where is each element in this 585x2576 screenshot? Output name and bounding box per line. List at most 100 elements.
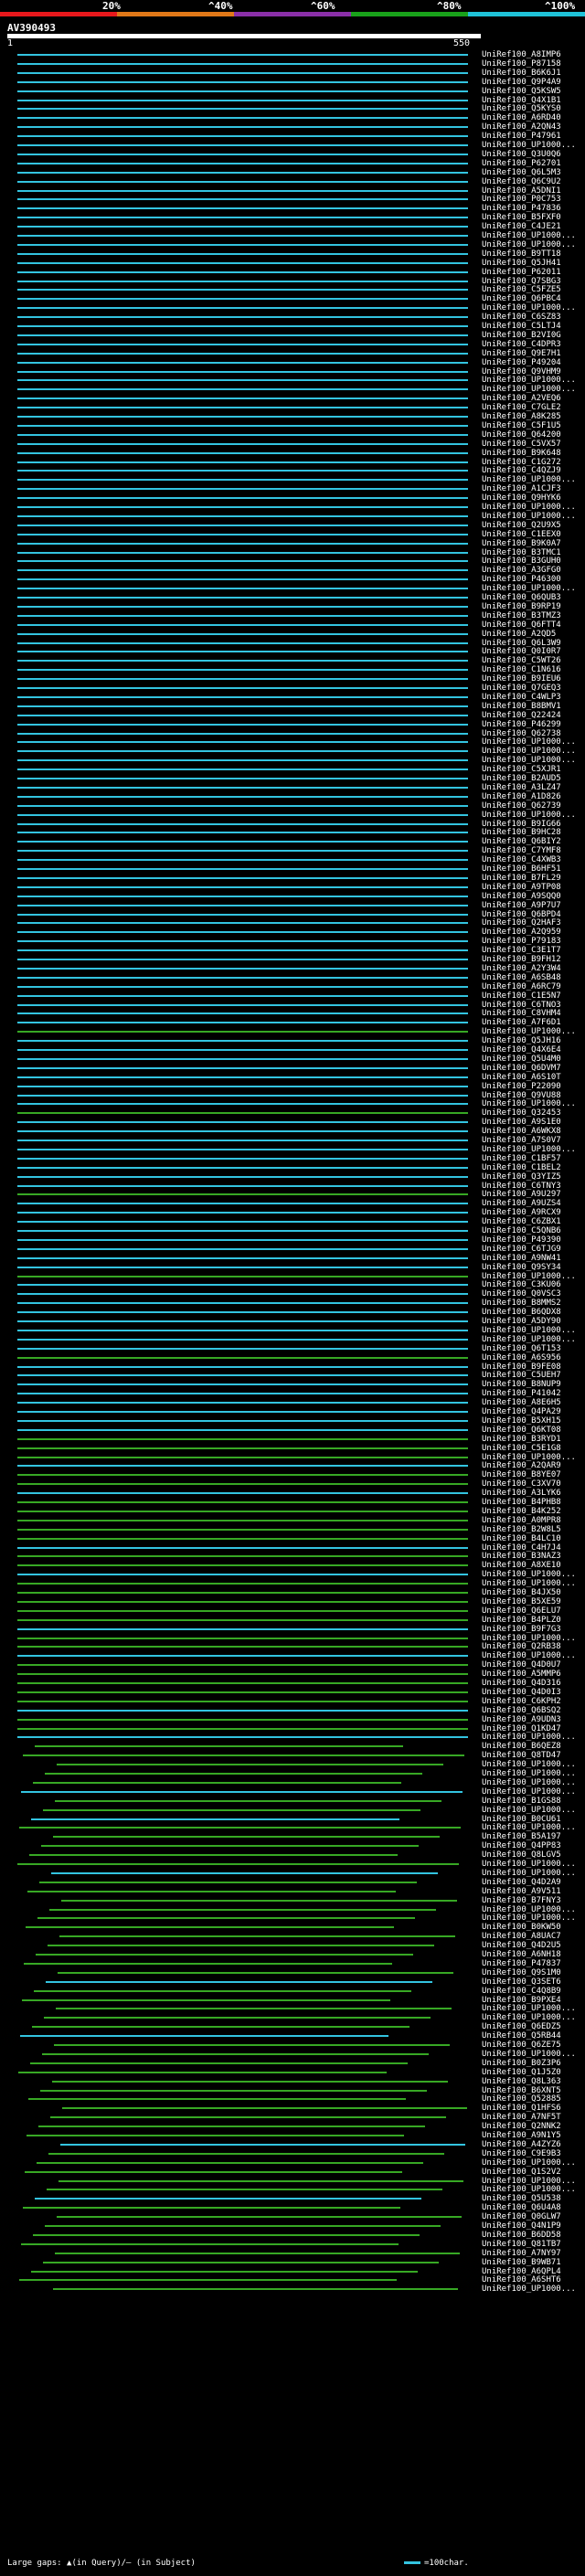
hit-label[interactable]: UniRef100_UP1000... bbox=[482, 2013, 584, 2022]
hit-label[interactable]: UniRef100_A7S0V7 bbox=[482, 1136, 584, 1145]
hit-label[interactable]: UniRef100_C9E9B3 bbox=[482, 2149, 584, 2158]
hit-label[interactable]: UniRef100_Q3U0Q6 bbox=[482, 150, 584, 159]
hit-label[interactable]: UniRef100_C4H7J4 bbox=[482, 1543, 584, 1553]
hit-label[interactable]: UniRef100_UP1000... bbox=[482, 747, 584, 756]
hit-label[interactable]: UniRef100_P62701 bbox=[482, 159, 584, 168]
hit-label[interactable]: UniRef100_P49390 bbox=[482, 1235, 584, 1245]
hit-label[interactable]: UniRef100_A9U297 bbox=[482, 1190, 584, 1199]
hit-label[interactable]: UniRef100_UP1000... bbox=[482, 1651, 584, 1660]
hit-label[interactable]: UniRef100_B8BMV1 bbox=[482, 702, 584, 711]
hit-label[interactable]: UniRef100_Q3YIZ5 bbox=[482, 1172, 584, 1182]
hit-label[interactable]: UniRef100_Q6BSQ2 bbox=[482, 1706, 584, 1715]
hit-label[interactable]: UniRef100_UP1000... bbox=[482, 512, 584, 521]
hit-label[interactable]: UniRef100_A6S956 bbox=[482, 1353, 584, 1362]
hit-label[interactable]: UniRef100_B2AUD5 bbox=[482, 774, 584, 783]
hit-label[interactable]: UniRef100_Q5JH16 bbox=[482, 1036, 584, 1045]
hit-label[interactable]: UniRef100_A6S10T bbox=[482, 1073, 584, 1082]
hit-label[interactable]: UniRef100_UP1000... bbox=[482, 1272, 584, 1281]
hit-label[interactable]: UniRef100_UP1000... bbox=[482, 1634, 584, 1643]
hit-label[interactable]: UniRef100_UP1000... bbox=[482, 2004, 584, 2013]
hit-label[interactable]: UniRef100_Q6BPD4 bbox=[482, 910, 584, 919]
hit-label[interactable]: UniRef100_Q2HAF3 bbox=[482, 918, 584, 928]
hit-label[interactable]: UniRef100_A4ZYZ6 bbox=[482, 2140, 584, 2149]
hit-label[interactable]: UniRef100_A9V511 bbox=[482, 1887, 584, 1896]
hit-label[interactable]: UniRef100_A3LZ47 bbox=[482, 783, 584, 792]
hit-label[interactable]: UniRef100_A6NH18 bbox=[482, 1950, 584, 1959]
hit-label[interactable]: UniRef100_Q5KYS0 bbox=[482, 104, 584, 113]
hit-label[interactable]: UniRef100_C4Q8B9 bbox=[482, 1987, 584, 1996]
hit-label[interactable]: UniRef100_A9NW41 bbox=[482, 1254, 584, 1263]
hit-label[interactable]: UniRef100_A6SB48 bbox=[482, 973, 584, 982]
hit-label[interactable]: UniRef100_A9N1Y5 bbox=[482, 2131, 584, 2140]
hit-label[interactable]: UniRef100_B3TMC1 bbox=[482, 548, 584, 557]
hit-label[interactable]: UniRef100_UP1000... bbox=[482, 1869, 584, 1878]
hit-label[interactable]: UniRef100_A8UAC7 bbox=[482, 1932, 584, 1941]
hit-label[interactable]: UniRef100_B9HC28 bbox=[482, 828, 584, 837]
hit-label[interactable]: UniRef100_C6ZBX1 bbox=[482, 1217, 584, 1226]
hit-label[interactable]: UniRef100_Q9E7H1 bbox=[482, 349, 584, 358]
hit-label[interactable]: UniRef100_P47836 bbox=[482, 204, 584, 213]
hit-label[interactable]: UniRef100_C7YMF8 bbox=[482, 846, 584, 855]
hit-label[interactable]: UniRef100_A9SQQ0 bbox=[482, 892, 584, 901]
hit-label[interactable]: UniRef100_P62011 bbox=[482, 268, 584, 277]
hit-label[interactable]: UniRef100_B9WB71 bbox=[482, 2258, 584, 2267]
hit-label[interactable]: UniRef100_UP1000... bbox=[482, 1579, 584, 1588]
hit-label[interactable]: UniRef100_A2Y3W4 bbox=[482, 964, 584, 973]
hit-label[interactable]: UniRef100_UP1000... bbox=[482, 503, 584, 512]
hit-label[interactable]: UniRef100_Q4PA29 bbox=[482, 1407, 584, 1416]
hit-label[interactable]: UniRef100_UP1000... bbox=[482, 231, 584, 240]
hit-label[interactable]: UniRef100_C5QNB6 bbox=[482, 1226, 584, 1235]
hit-label[interactable]: UniRef100_A8E6H5 bbox=[482, 1398, 584, 1407]
hit-label[interactable]: UniRef100_B9F7G3 bbox=[482, 1625, 584, 1634]
hit-label[interactable]: UniRef100_Q9VU88 bbox=[482, 1091, 584, 1100]
hit-label[interactable]: UniRef100_A6RD40 bbox=[482, 113, 584, 122]
hit-label[interactable]: UniRef100_A7F6D1 bbox=[482, 1018, 584, 1027]
hit-label[interactable]: UniRef100_UP1000... bbox=[482, 2050, 584, 2059]
hit-label[interactable]: UniRef100_A8XE10 bbox=[482, 1561, 584, 1570]
hit-label[interactable]: UniRef100_B6DD58 bbox=[482, 2231, 584, 2240]
hit-label[interactable]: UniRef100_Q5U4M0 bbox=[482, 1055, 584, 1064]
hit-label[interactable]: UniRef100_A2VEQ6 bbox=[482, 394, 584, 403]
hit-label[interactable]: UniRef100_UP1000... bbox=[482, 240, 584, 249]
hit-label[interactable]: UniRef100_UP1000... bbox=[482, 2185, 584, 2194]
hit-label[interactable]: UniRef100_B9IEU6 bbox=[482, 674, 584, 684]
hit-label[interactable]: UniRef100_C6TNY3 bbox=[482, 1182, 584, 1191]
hit-label[interactable]: UniRef100_C3KU06 bbox=[482, 1280, 584, 1289]
hit-label[interactable]: UniRef100_Q4PP83 bbox=[482, 1841, 584, 1850]
hit-label[interactable]: UniRef100_B6XNT5 bbox=[482, 2086, 584, 2095]
hit-label[interactable]: UniRef100_Q6KT08 bbox=[482, 1426, 584, 1435]
hit-label[interactable]: UniRef100_P0C753 bbox=[482, 195, 584, 204]
hit-label[interactable]: UniRef100_UP1000... bbox=[482, 1823, 584, 1832]
hit-label[interactable]: UniRef100_A9S1E0 bbox=[482, 1118, 584, 1127]
hit-label[interactable]: UniRef100_C1E5N7 bbox=[482, 991, 584, 1001]
hit-label[interactable]: UniRef100_UP1000... bbox=[482, 811, 584, 820]
hit-label[interactable]: UniRef100_Q4X6E4 bbox=[482, 1045, 584, 1055]
hit-label[interactable]: UniRef100_B5A197 bbox=[482, 1832, 584, 1841]
hit-label[interactable]: UniRef100_Q5KSW5 bbox=[482, 87, 584, 96]
hit-label[interactable]: UniRef100_C4DPR3 bbox=[482, 340, 584, 349]
hit-label[interactable]: UniRef100_UP1000... bbox=[482, 1099, 584, 1108]
hit-label[interactable]: UniRef100_Q4D0U7 bbox=[482, 1660, 584, 1670]
hit-label[interactable]: UniRef100_UP1000... bbox=[482, 1769, 584, 1778]
hit-label[interactable]: UniRef100_Q4X1B1 bbox=[482, 96, 584, 105]
hit-label[interactable]: UniRef100_Q64200 bbox=[482, 430, 584, 440]
hit-label[interactable]: UniRef100_B7FNY3 bbox=[482, 1896, 584, 1905]
hit-label[interactable]: UniRef100_P46299 bbox=[482, 720, 584, 729]
hit-label[interactable]: UniRef100_C4QZJ9 bbox=[482, 466, 584, 475]
hit-label[interactable]: UniRef100_B9TT18 bbox=[482, 249, 584, 259]
hit-label[interactable]: UniRef100_A6RC79 bbox=[482, 982, 584, 991]
hit-label[interactable]: UniRef100_UP1000... bbox=[482, 2177, 584, 2186]
hit-label[interactable]: UniRef100_C6KPH2 bbox=[482, 1697, 584, 1706]
hit-label[interactable]: UniRef100_Q8TD47 bbox=[482, 1751, 584, 1760]
hit-label[interactable]: UniRef100_B5XH15 bbox=[482, 1416, 584, 1426]
hit-label[interactable]: UniRef100_Q9VHM9 bbox=[482, 367, 584, 376]
hit-label[interactable]: UniRef100_A8K285 bbox=[482, 412, 584, 421]
hit-label[interactable]: UniRef100_Q5U538 bbox=[482, 2194, 584, 2203]
hit-label[interactable]: UniRef100_A6WKX8 bbox=[482, 1127, 584, 1136]
hit-label[interactable]: UniRef100_UP1000... bbox=[482, 1335, 584, 1344]
hit-label[interactable]: UniRef100_P46300 bbox=[482, 575, 584, 584]
hit-label[interactable]: UniRef100_Q81TB7 bbox=[482, 2240, 584, 2249]
hit-label[interactable]: UniRef100_B1GS88 bbox=[482, 1797, 584, 1806]
hit-label[interactable]: UniRef100_Q2RB38 bbox=[482, 1642, 584, 1651]
hit-label[interactable]: UniRef100_Q1S2V2 bbox=[482, 2168, 584, 2177]
